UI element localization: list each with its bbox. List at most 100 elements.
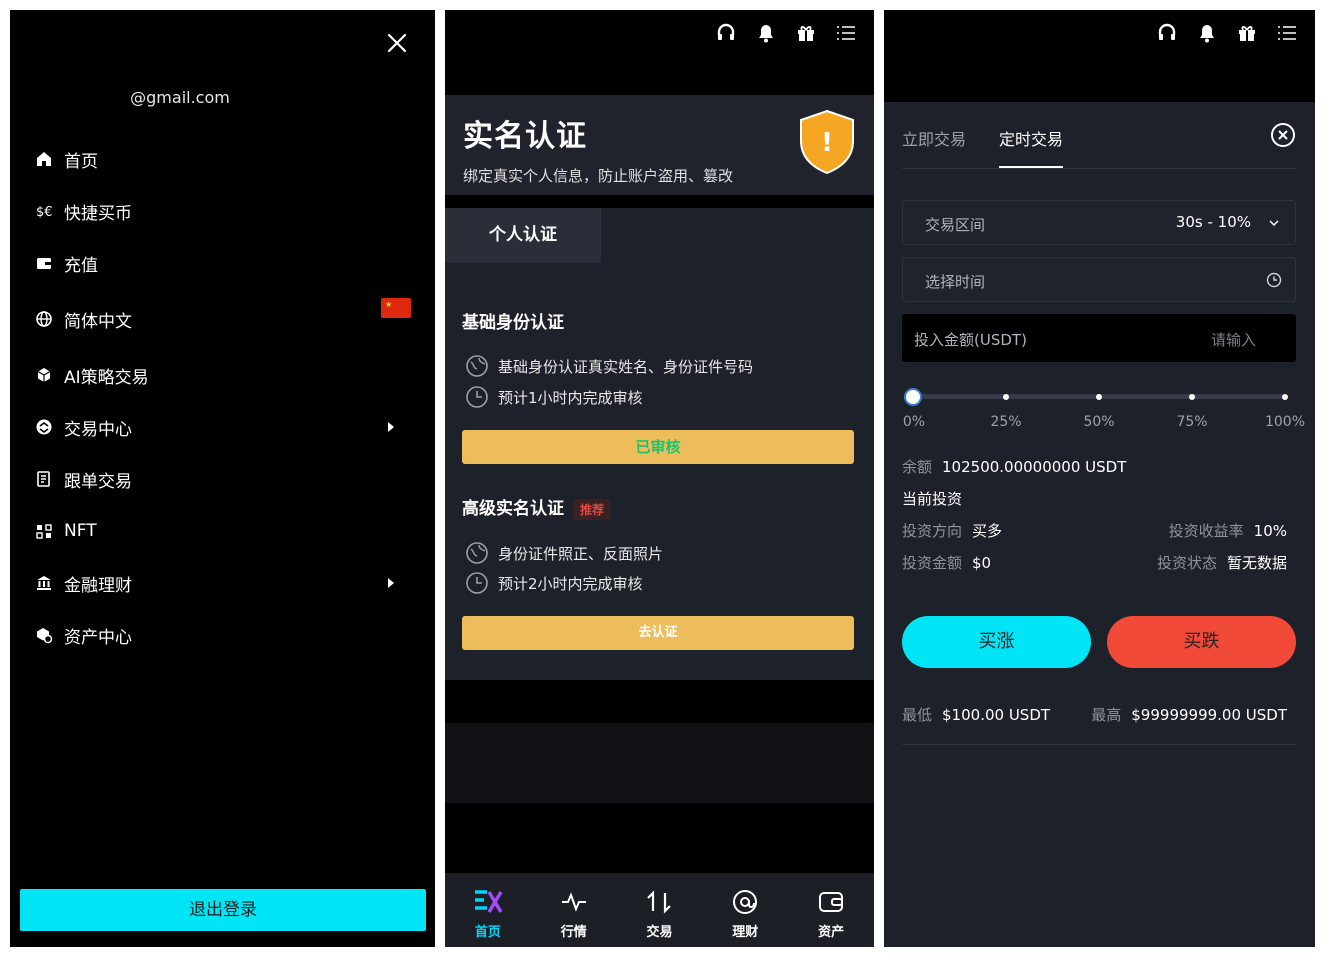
basic-eta: 预计1小时内完成审核 — [465, 385, 643, 409]
menu-item-label: 充值 — [64, 255, 98, 276]
recommend-badge: 推荐 — [574, 498, 611, 520]
balance-row: 余额 102500.00000000 USDT — [902, 458, 1127, 476]
wallet-icon — [819, 892, 844, 912]
menu-item-label: 简体中文 — [64, 311, 132, 332]
advanced-requirement: 身份证件照正、反面照片 — [465, 541, 663, 565]
headset-icon[interactable] — [715, 22, 737, 44]
chevron-right-icon — [388, 578, 394, 588]
tab-assets[interactable]: 资产 — [788, 873, 874, 947]
tab-instant-trade[interactable]: 立即交易 — [902, 126, 966, 150]
bell-icon[interactable] — [755, 22, 777, 44]
tab-market[interactable]: 行情 — [531, 873, 617, 947]
document-icon — [34, 469, 54, 489]
globe-icon — [34, 309, 54, 329]
basic-requirement: 基础身份认证真实姓名、身份证件号码 — [465, 354, 753, 378]
basic-verification-title: 基础身份认证 — [462, 313, 564, 333]
page-title: 实名认证 — [463, 119, 587, 154]
top-toolbar — [1156, 22, 1298, 44]
verification-card: 个人认证 基础身份认证 基础身份认证真实姓名、身份证件号码 预计1小时内完成审核… — [445, 208, 874, 680]
direction-row: 投资方向 买多 — [902, 522, 1003, 540]
go-verify-button[interactable]: 去认证 — [462, 616, 854, 650]
tab-home[interactable]: 首页 — [445, 873, 531, 947]
shield-alert-icon: ! — [800, 109, 854, 175]
verification-screen: 实名认证 绑定真实个人信息，防止账户盗用、篡改 ! 个人认证 基础身份认证 基础… — [445, 10, 874, 947]
cube-icon — [34, 365, 54, 385]
clock-icon — [466, 386, 488, 408]
min-amount-row: 最低 $100.00 USDT — [902, 706, 1051, 724]
menu-item-deposit[interactable]: 充值 — [34, 248, 414, 278]
trade-range-select[interactable]: 交易区间 30s - 10% — [902, 200, 1296, 245]
slider-label: 25% — [990, 414, 1022, 430]
tab-trade[interactable]: 交易 — [617, 873, 703, 947]
amount-input[interactable]: 投入金额(USDT) 请输入 — [902, 314, 1296, 362]
bank-icon — [34, 573, 54, 593]
shield-mark: ! — [821, 128, 833, 158]
tab-timed-trade[interactable]: 定时交易 — [999, 126, 1063, 150]
slider-label: 0% — [902, 414, 926, 430]
slider-stop[interactable] — [1189, 394, 1195, 400]
slider-label: 50% — [1083, 414, 1115, 430]
timed-trade-sheet: 立即交易 定时交易 交易区间 30s - 10% 选择时间 投入金额(USDT)… — [884, 102, 1315, 947]
brand-logo-icon — [474, 890, 503, 913]
menu-item-quick-buy[interactable]: $€ 快捷买币 — [34, 196, 414, 226]
logout-button[interactable]: 退出登录 — [20, 889, 426, 931]
buy-up-button[interactable]: 买涨 — [902, 616, 1091, 668]
menu-item-ai-strategy[interactable]: AI策略交易 — [34, 360, 414, 390]
verification-banner: 实名认证 绑定真实个人信息，防止账户盗用、篡改 ! — [445, 95, 874, 195]
wallet-icon — [34, 253, 54, 273]
menu-item-copy-trade[interactable]: 跟单交易 — [34, 464, 414, 494]
divider — [902, 744, 1296, 745]
menu-item-label: 资产中心 — [64, 627, 132, 648]
trade-icon — [34, 417, 54, 437]
menu-item-label: 首页 — [64, 151, 98, 172]
menu-item-asset-center[interactable]: 资产中心 — [34, 620, 414, 650]
slider-stop[interactable] — [1003, 394, 1009, 400]
asset-icon — [34, 625, 54, 645]
side-drawer: @gmail.com 首页 $€ 快捷买币 充值 简体中文 ★ AI策略交易 交… — [10, 10, 435, 947]
menu-item-label: 跟单交易 — [64, 471, 132, 492]
china-flag-icon: ★ — [381, 298, 411, 318]
slider-stop[interactable] — [1096, 394, 1102, 400]
select-time-field[interactable]: 选择时间 — [902, 257, 1296, 302]
svg-text:$€: $€ — [36, 205, 53, 220]
divider — [902, 168, 1296, 169]
slider-handle[interactable] — [904, 388, 922, 406]
menu-item-nft[interactable]: NFT — [34, 516, 414, 546]
chevron-down-icon — [1269, 220, 1279, 227]
menu-item-home[interactable]: 首页 — [34, 144, 414, 174]
menu-item-label: 快捷买币 — [64, 203, 132, 224]
menu-item-language[interactable]: 简体中文 — [34, 304, 414, 334]
swap-icon — [647, 890, 672, 914]
user-email: @gmail.com — [130, 88, 230, 107]
basic-verified-button[interactable]: 已审核 — [462, 430, 854, 464]
menu-list-icon[interactable] — [1276, 22, 1298, 44]
menu-item-label: 交易中心 — [64, 419, 132, 440]
close-icon[interactable] — [386, 32, 408, 54]
close-circle-icon[interactable] — [1270, 122, 1296, 148]
menu-item-trade-center[interactable]: 交易中心 — [34, 412, 414, 442]
slider-stop[interactable] — [1282, 394, 1288, 400]
menu-item-finance[interactable]: 金融理财 — [34, 568, 414, 598]
buy-down-button[interactable]: 买跌 — [1107, 616, 1296, 668]
menu-item-label: AI策略交易 — [64, 367, 149, 388]
clock-icon — [466, 572, 488, 594]
tab-personal-verification[interactable]: 个人认证 — [445, 208, 601, 263]
current-investment-title: 当前投资 — [902, 490, 963, 508]
menu-list-icon[interactable] — [835, 22, 857, 44]
chevron-right-icon — [388, 422, 394, 432]
page-subtitle: 绑定真实个人信息，防止账户盗用、篡改 — [463, 167, 734, 185]
slider-label: 100% — [1264, 414, 1306, 430]
gift-icon[interactable] — [1236, 22, 1258, 44]
home-icon — [34, 149, 54, 169]
bell-icon[interactable] — [1196, 22, 1218, 44]
tab-finance[interactable]: 理财 — [702, 873, 788, 947]
clock-icon — [1266, 272, 1282, 288]
id-globe-icon — [466, 355, 488, 377]
pulse-icon — [561, 892, 586, 912]
headset-icon[interactable] — [1156, 22, 1178, 44]
nft-icon — [34, 521, 54, 541]
yield-rate-row: 投资收益率 10% — [1168, 522, 1287, 540]
gift-icon[interactable] — [795, 22, 817, 44]
advanced-verification-title: 高级实名认证 推荐 — [462, 494, 611, 520]
exchange-icon: $€ — [34, 201, 54, 221]
